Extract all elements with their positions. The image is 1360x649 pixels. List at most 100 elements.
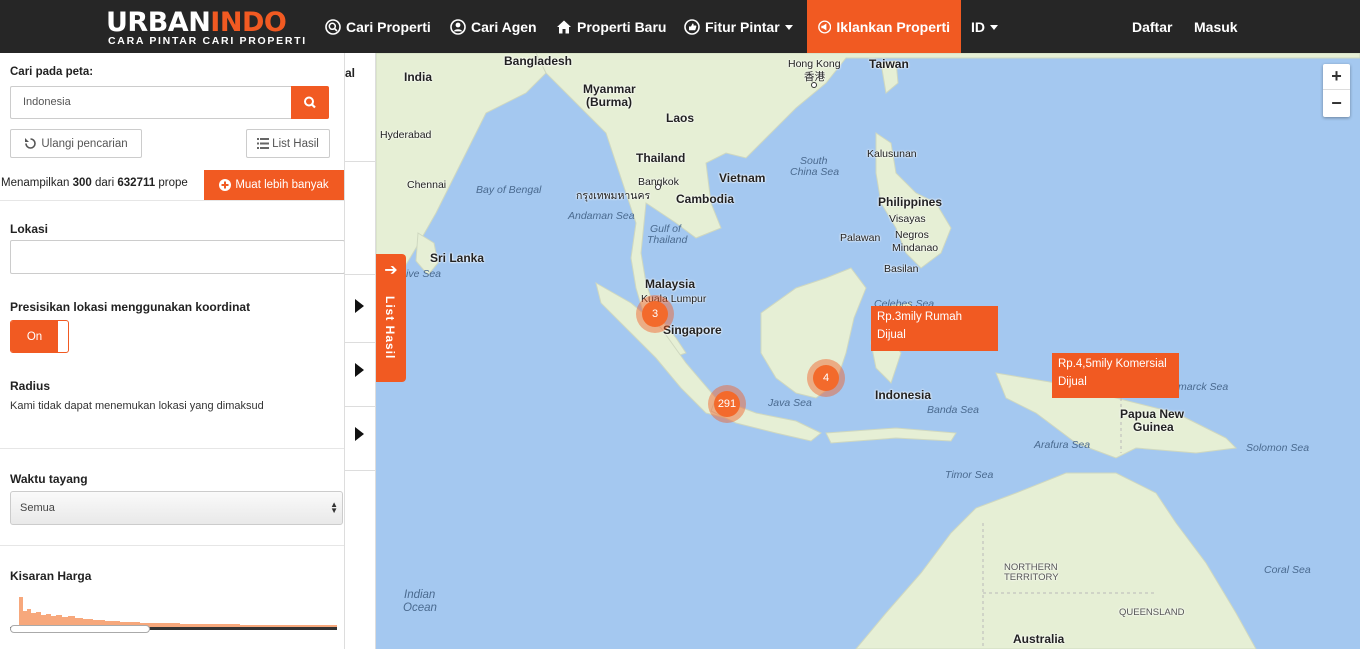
divider	[0, 448, 344, 449]
play-icon[interactable]	[355, 299, 364, 313]
arrow-right-icon: ➔	[384, 262, 398, 279]
presisi-label: Presisikan lokasi menggunakan koordinat	[10, 300, 251, 314]
map-search-input[interactable]: Indonesia	[10, 86, 292, 119]
harga-label: Kisaran Harga	[10, 569, 92, 583]
map-label-guinea: Guinea	[1133, 420, 1174, 434]
zoom-control: + −	[1323, 64, 1350, 117]
nav-properti-baru[interactable]: Properti Baru	[556, 0, 666, 53]
map-label-territory: TERRITORY	[1004, 572, 1059, 583]
map-label-kalusunan: Kalusunan	[867, 148, 917, 160]
load-more-label: Muat lebih banyak	[235, 179, 329, 191]
nav-cari-agen-label: Cari Agen	[471, 18, 537, 35]
search-button[interactable]	[291, 86, 329, 119]
map-label-bismarck-sea: marck Sea	[1178, 381, 1229, 393]
list-results-tab[interactable]: ➔ List Hasil	[376, 254, 406, 382]
reset-search-button[interactable]: Ulangi pencarian	[10, 129, 142, 158]
select-arrows-icon: ▲ ▼	[330, 500, 338, 515]
radius-message: Kami tidak dapat menemukan lokasi yang d…	[10, 400, 264, 412]
map-label-philippines: Philippines	[878, 195, 943, 209]
search-label: Cari pada peta:	[10, 66, 94, 78]
undo-icon	[25, 138, 37, 149]
search-icon	[304, 96, 316, 109]
map-view[interactable]: India Bangladesh Myanmar (Burma) Hong Ko…	[376, 53, 1360, 649]
map-label-burma: (Burma)	[586, 95, 633, 109]
brand-wordmark: URBANINDO	[106, 7, 287, 38]
lokasi-label: Lokasi	[10, 222, 49, 236]
map-label-gulf-thailand: Thailand	[647, 234, 688, 246]
map-label-cambodia: Cambodia	[676, 192, 735, 206]
map-label-basilan: Basilan	[884, 263, 919, 275]
map-label-bangladesh: Bangladesh	[504, 54, 573, 68]
list-icon	[257, 138, 270, 149]
map-label-timor-sea: Timor Sea	[945, 469, 994, 481]
megaphone-icon	[818, 19, 832, 34]
top-navbar: URBANINDO CARA PINTAR CARI PROPERTI Cari…	[0, 0, 1360, 53]
language-dropdown[interactable]: ID	[971, 0, 998, 53]
nav-fitur-pintar-label: Fitur Pintar	[705, 18, 780, 35]
thumbs-up-icon	[684, 18, 700, 35]
map-label-mindanao: Mindanao	[892, 242, 939, 254]
load-more-button[interactable]: Muat lebih banyak	[204, 170, 344, 200]
price-range-handle[interactable]	[10, 625, 150, 633]
koordinat-toggle[interactable]: On	[10, 320, 69, 353]
map-label-china-sea: China Sea	[790, 166, 840, 178]
map-label-bangkok-th: กรุงเทพมหานคร	[576, 190, 651, 202]
play-icon[interactable]	[355, 363, 364, 377]
divider	[345, 470, 375, 471]
map-basemap	[376, 53, 1360, 649]
map-label-ocean: Ocean	[403, 602, 437, 614]
waktu-label: Waktu tayang	[10, 472, 88, 486]
lokasi-input[interactable]	[10, 240, 344, 274]
waktu-select-value: Semua	[20, 502, 55, 514]
waktu-select[interactable]: Semua ▲ ▼	[10, 491, 343, 525]
nav-fitur-pintar[interactable]: Fitur Pintar	[684, 0, 793, 53]
brand-tagline: CARA PINTAR CARI PROPERTI	[108, 35, 307, 47]
nav-iklankan-properti[interactable]: Iklankan Properti	[807, 0, 961, 53]
nav-cari-agen[interactable]: Cari Agen	[450, 0, 537, 53]
city-dot	[655, 184, 661, 190]
map-label-banda-sea: Banda Sea	[927, 404, 979, 416]
map-label-australia: Australia	[1013, 632, 1065, 646]
user-circle-icon	[450, 18, 466, 35]
price-marker[interactable]: Rp.3mily Rumah Dijual	[871, 306, 998, 351]
cluster-marker[interactable]: 3	[636, 295, 674, 333]
nav-cari-properti-label: Cari Properti	[346, 18, 431, 35]
price-marker[interactable]: Rp.4,5mily Komersial Dijual	[1052, 353, 1179, 398]
divider	[0, 200, 344, 201]
result-shown-count: 300	[72, 177, 92, 189]
chevron-down-icon	[990, 25, 998, 30]
city-dot	[811, 82, 817, 88]
map-label-malaysia: Malaysia	[645, 277, 696, 291]
map-label-india: India	[404, 70, 433, 84]
divider	[345, 274, 375, 275]
list-results-button[interactable]: List Hasil	[246, 129, 330, 158]
results-strip: al	[345, 53, 376, 649]
nav-daftar[interactable]: Daftar	[1132, 0, 1172, 53]
price-histogram	[19, 597, 337, 629]
nav-masuk[interactable]: Masuk	[1194, 0, 1238, 53]
cluster-marker[interactable]: 4	[807, 359, 845, 397]
toggle-on-label: On	[11, 321, 58, 352]
chevron-down-icon	[784, 25, 793, 30]
filter-panel: Cari pada peta: Indonesia Ulangi pencari…	[0, 53, 345, 649]
map-label-singapore: Singapore	[663, 323, 722, 337]
map-label-chennai: Chennai	[407, 179, 447, 191]
zoom-in-button[interactable]: +	[1323, 64, 1350, 90]
map-label-indonesia: Indonesia	[875, 388, 932, 402]
nav-iklankan-label: Iklankan Properti	[836, 18, 950, 35]
map-label-taiwan: Taiwan	[869, 57, 909, 71]
reset-search-label: Ulangi pencarian	[41, 137, 128, 150]
list-results-tab-label: List Hasil	[383, 296, 397, 360]
play-icon[interactable]	[355, 427, 364, 441]
map-label-laos: Laos	[666, 111, 695, 125]
divider	[0, 545, 344, 546]
cluster-marker[interactable]: 291	[708, 385, 746, 423]
nav-cari-properti[interactable]: Cari Properti	[325, 0, 431, 53]
map-label-java-sea: Java Sea	[768, 397, 812, 409]
result-count-text: Menampilkan 300 dari 632711 prope	[1, 177, 188, 189]
zoom-out-button[interactable]: −	[1323, 90, 1350, 116]
brand-logo[interactable]: URBANINDO CARA PINTAR CARI PROPERTI	[106, 7, 305, 48]
map-label-indian: Indian	[404, 589, 436, 601]
list-results-label: List Hasil	[272, 137, 319, 150]
map-label-arafura-sea: Arafura Sea	[1034, 439, 1091, 451]
